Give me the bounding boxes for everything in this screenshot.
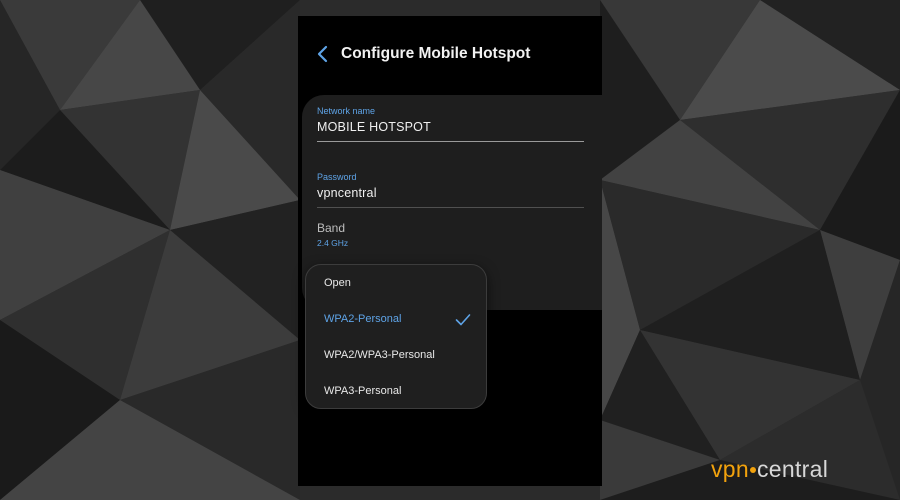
network-name-label: Network name bbox=[317, 106, 376, 116]
menu-item-label: WPA2-Personal bbox=[324, 313, 402, 325]
logo-vpn-text: vpn bbox=[711, 456, 749, 482]
checkmark-icon bbox=[455, 314, 471, 326]
logo-central-text: central bbox=[756, 456, 829, 482]
vpncentral-logo: vpn central bbox=[711, 456, 828, 483]
network-name-field[interactable]: Network name MOBILE HOTSPOT bbox=[317, 106, 584, 142]
chevron-left-icon[interactable] bbox=[316, 45, 330, 63]
menu-item-label: WPA3-Personal bbox=[324, 385, 402, 397]
security-dropdown-menu: Open WPA2-Personal WPA2/WPA3-Personal WP… bbox=[305, 264, 487, 409]
menu-item-wpa2-wpa3-personal[interactable]: WPA2/WPA3-Personal bbox=[306, 338, 486, 374]
hotspot-config-screen: Configure Mobile Hotspot Network name MO… bbox=[298, 16, 602, 486]
menu-item-open[interactable]: Open bbox=[306, 266, 486, 302]
menu-item-wpa3-personal[interactable]: WPA3-Personal bbox=[306, 374, 486, 410]
band-value: 2.4 GHz bbox=[317, 238, 349, 248]
top-bar: Configure Mobile Hotspot bbox=[298, 16, 602, 96]
password-field[interactable]: Password vpncentral bbox=[317, 172, 584, 208]
menu-item-label: WPA2/WPA3-Personal bbox=[324, 349, 435, 361]
page-title: Configure Mobile Hotspot bbox=[341, 45, 531, 62]
logo-dot-icon bbox=[749, 466, 756, 473]
menu-item-wpa2-personal[interactable]: WPA2-Personal bbox=[306, 302, 486, 338]
band-label[interactable]: Band bbox=[317, 221, 345, 235]
network-name-input[interactable]: MOBILE HOTSPOT bbox=[317, 120, 584, 142]
password-input[interactable]: vpncentral bbox=[317, 186, 584, 208]
password-label: Password bbox=[317, 172, 357, 182]
menu-item-label: Open bbox=[324, 277, 351, 289]
